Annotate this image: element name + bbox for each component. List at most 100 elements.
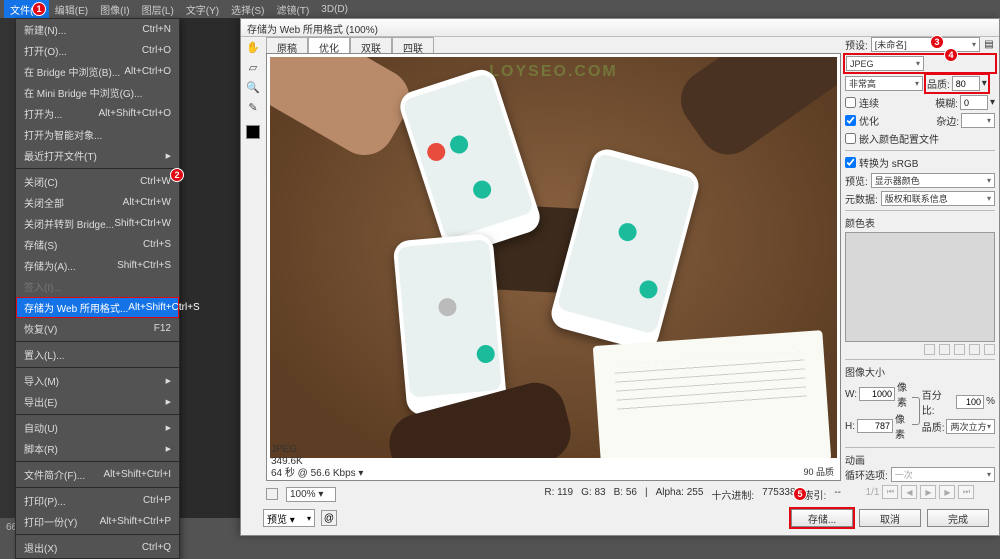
preview-pane: LOYSEO.COM JPEG 349.6K 64 秒 @ 56.6 Kbps … [266, 53, 841, 481]
menu-image[interactable]: 图像(I) [94, 0, 135, 19]
file-menu-item[interactable]: 脚本(R) [16, 438, 179, 459]
file-menu-item[interactable]: 关闭(C)Ctrl+W [16, 171, 179, 192]
preset-select[interactable]: [未命名] [871, 37, 980, 52]
file-menu-item[interactable]: 打开(O)...Ctrl+O [16, 40, 179, 61]
format-select[interactable]: JPEG [846, 56, 924, 71]
preset-menu-icon[interactable]: ▤ [983, 39, 995, 50]
preview-download-speed[interactable]: 64 秒 @ 56.6 Kbps ▾ [271, 468, 363, 480]
constrain-proportions-icon[interactable] [912, 397, 919, 425]
blur-input[interactable] [960, 95, 988, 110]
file-menu-item[interactable]: 打印一份(Y)Alt+Shift+Ctrl+P [16, 511, 179, 532]
loop-label: 循环选项: [845, 467, 888, 482]
trash-icon[interactable] [984, 344, 995, 355]
width-input[interactable] [859, 387, 895, 401]
color-table[interactable] [845, 232, 995, 342]
file-menu-item[interactable]: 新建(N)...Ctrl+N [16, 19, 179, 40]
menu-type[interactable]: 文字(Y) [180, 0, 225, 19]
save-button[interactable]: 存储... [791, 509, 853, 527]
first-frame-icon: ⏮ [882, 485, 898, 499]
zoom-tool-icon[interactable]: 🔍 [245, 79, 261, 95]
file-menu-item[interactable]: 关闭全部Alt+Ctrl+W [16, 192, 179, 213]
height-input[interactable] [857, 419, 893, 433]
optimized-checkbox[interactable] [845, 115, 856, 126]
watermark-text: LOYSEO.COM [489, 63, 617, 81]
preview-image[interactable]: LOYSEO.COM [270, 57, 837, 458]
pct-sign: % [986, 396, 995, 407]
ct-icon[interactable] [954, 344, 965, 355]
width-label: W: [845, 389, 857, 400]
ct-icon[interactable] [969, 344, 980, 355]
percent-input[interactable] [956, 395, 984, 409]
preview-in-browser-icon[interactable]: @ [321, 510, 337, 526]
loop-select: 一次 [891, 467, 995, 482]
menu-3d[interactable]: 3D(D) [315, 2, 354, 17]
cancel-button[interactable]: 取消 [859, 509, 921, 527]
image-size-heading: 图像大小 [845, 364, 995, 379]
menu-layer[interactable]: 图层(L) [136, 0, 180, 19]
last-frame-icon: ⏭ [958, 485, 974, 499]
file-menu-item[interactable]: 导入(M) [16, 370, 179, 391]
save-for-web-dialog: 存储为 Web 所用格式 (100%) 原稿 优化 双联 四联 ✋ ▱ 🔍 ✎ … [240, 18, 1000, 536]
file-menu-item[interactable]: 置入(L)... [16, 344, 179, 365]
file-menu-item[interactable]: 在 Bridge 中浏览(B)...Alt+Ctrl+O [16, 61, 179, 82]
embed-profile-checkbox[interactable] [845, 133, 856, 144]
file-menu-item[interactable]: 存储(S)Ctrl+S [16, 234, 179, 255]
file-menu-item[interactable]: 最近打开文件(T) [16, 145, 179, 166]
menu-select[interactable]: 选择(S) [225, 0, 270, 19]
preview-select[interactable]: 显示器颜色 [871, 173, 995, 188]
color-hex-value: 775338 [762, 487, 795, 502]
progressive-checkbox[interactable] [845, 97, 856, 108]
preview-label: 预览: [845, 173, 868, 188]
blur-label: 模糊: [935, 95, 958, 110]
ct-icon[interactable] [924, 344, 935, 355]
resample-quality-label: 品质: [922, 419, 945, 434]
prev-frame-icon: ◀ [901, 485, 917, 499]
color-hex-label: 十六进制: [711, 487, 754, 502]
dialog-title: 存储为 Web 所用格式 (100%) [241, 19, 999, 37]
menu-edit[interactable]: 编辑(E) [49, 0, 94, 19]
file-menu-item[interactable]: 关闭并转到 Bridge...Shift+Ctrl+W [16, 213, 179, 234]
metadata-select[interactable]: 版权和联系信息 [881, 191, 995, 206]
px-label: 像素 [895, 411, 910, 441]
preview-footer: 100% ▾ R: 119 G: 83 B: 56 | Alpha: 255 十… [266, 485, 841, 503]
file-menu-item[interactable]: 文件简介(F)...Alt+Shift+Ctrl+I [16, 464, 179, 485]
animation-nav: 1/1 ⏮ ◀ ▶ ▶ ⏭ [845, 485, 995, 499]
resample-select[interactable]: 两次立方 [946, 419, 995, 434]
done-button[interactable]: 完成 [927, 509, 989, 527]
preview-mode-select[interactable]: 预览 ▾ [263, 509, 315, 527]
file-menu-item[interactable]: 打开为智能对象... [16, 124, 179, 145]
quality-input[interactable] [952, 76, 980, 91]
eyedropper-tool-icon[interactable]: ✎ [245, 99, 261, 115]
convert-srgb-checkbox[interactable] [845, 157, 856, 168]
matte-select[interactable] [961, 113, 995, 128]
file-menu-item[interactable]: 退出(X)Ctrl+Q [16, 537, 179, 558]
color-swatch-icon[interactable] [266, 488, 278, 500]
dropdown-icon[interactable]: ▾ [990, 97, 995, 108]
file-menu-item[interactable]: 在 Mini Bridge 中浏览(G)... [16, 82, 179, 103]
hand-tool-icon[interactable]: ✋ [245, 39, 261, 55]
eyedropper-color-swatch[interactable] [246, 125, 260, 139]
preview-zoom-select[interactable]: 100% ▾ [286, 487, 336, 502]
slice-tool-icon[interactable]: ▱ [245, 59, 261, 75]
px-label: 像素 [897, 379, 910, 409]
height-label: H: [845, 421, 855, 432]
dialog-button-bar: 预览 ▾ @ 存储... 取消 完成 [263, 507, 989, 529]
file-menu-item[interactable]: 恢复(V)F12 [16, 318, 179, 339]
matte-label: 杂边: [936, 113, 959, 128]
metadata-label: 元数据: [845, 191, 878, 206]
quality-preset-select[interactable]: 非常高 [845, 76, 923, 91]
file-menu-item[interactable]: 导出(E) [16, 391, 179, 412]
ct-icon[interactable] [939, 344, 950, 355]
dropdown-icon[interactable]: ▾ [982, 78, 987, 89]
file-menu-item[interactable]: 存储为 Web 所用格式...Alt+Shift+Ctrl+S [16, 297, 179, 318]
file-menu-item[interactable]: 打印(P)...Ctrl+P [16, 490, 179, 511]
file-menu-item[interactable]: 打开为...Alt+Shift+Ctrl+O [16, 103, 179, 124]
file-menu-item[interactable]: 自动(U) [16, 417, 179, 438]
annotation-badge-1: 1 [32, 2, 46, 16]
file-menu-item[interactable]: 存储为(A)...Shift+Ctrl+S [16, 255, 179, 276]
menu-filter[interactable]: 滤镜(T) [271, 0, 316, 19]
color-table-heading: 颜色表 [845, 215, 995, 230]
color-alpha: Alpha: 255 [656, 487, 704, 502]
animation-heading: 动画 [845, 452, 995, 467]
color-index-value: -- [834, 487, 841, 502]
